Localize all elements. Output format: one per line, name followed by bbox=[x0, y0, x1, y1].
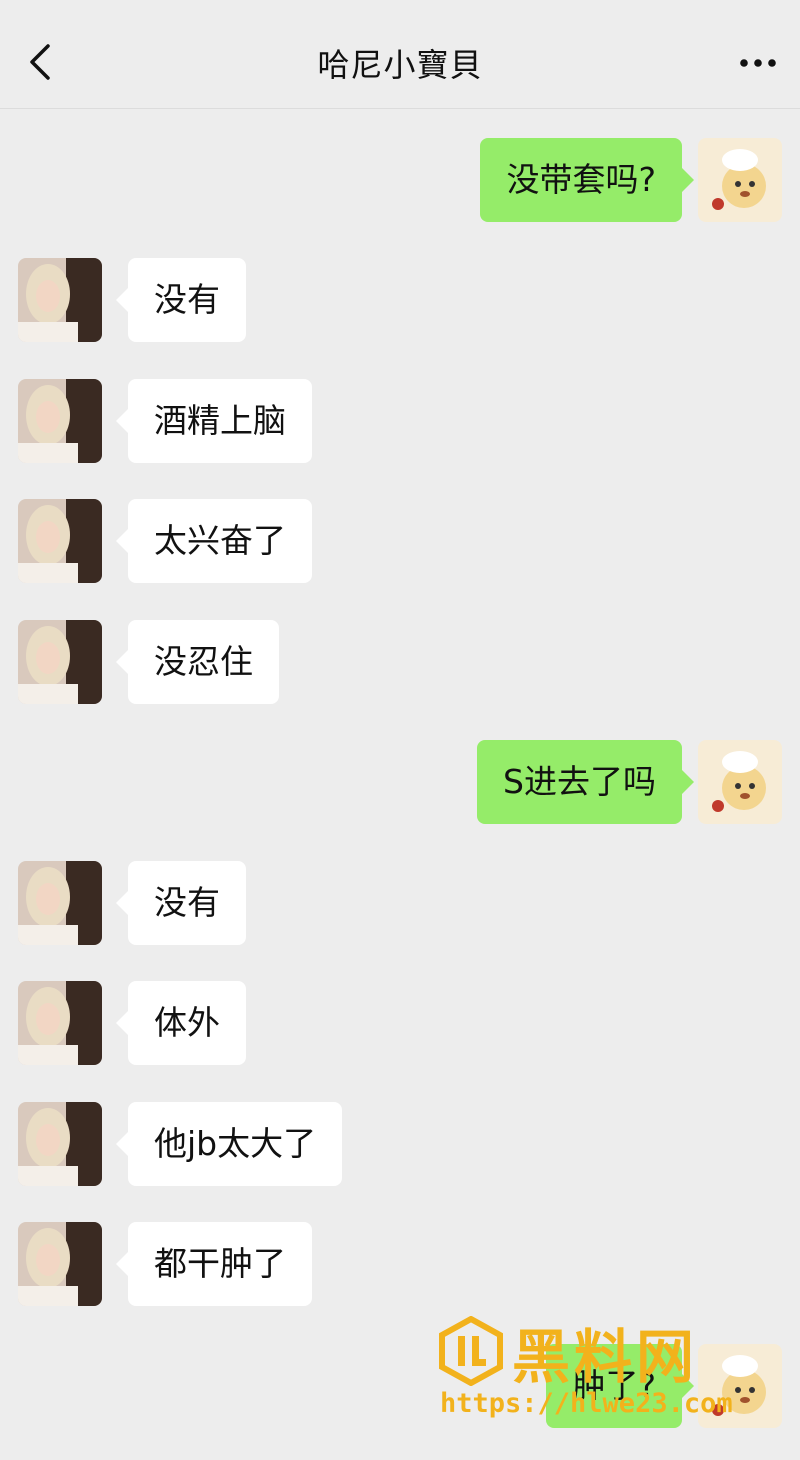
message-bubble-incoming[interactable]: 他jb太大了 bbox=[115, 1102, 343, 1186]
message-bubble-outgoing[interactable]: S进去了吗 bbox=[477, 740, 694, 824]
message-bubble-incoming[interactable]: 酒精上脑 bbox=[116, 379, 312, 463]
chat-title: 哈尼小寶貝 bbox=[317, 46, 483, 84]
message-row-incoming: 没忍住 bbox=[0, 620, 800, 704]
message-bubble-outgoing[interactable]: 没带套吗? bbox=[480, 138, 694, 222]
message-row-incoming: 他jb太大了 bbox=[0, 1102, 800, 1186]
message-row-outgoing: S进去了吗 bbox=[0, 740, 800, 824]
message-row-incoming: 没有 bbox=[0, 258, 800, 342]
message-bubble-incoming[interactable]: 体外 bbox=[116, 981, 246, 1065]
message-bubble-incoming[interactable]: 没有 bbox=[116, 258, 246, 342]
message-bubble-incoming[interactable]: 没有 bbox=[116, 861, 246, 945]
watermark-url: https://hlwe23.com bbox=[440, 1388, 733, 1419]
message-row-outgoing: 没带套吗? bbox=[0, 138, 800, 222]
self-avatar[interactable] bbox=[698, 740, 782, 824]
message-row-incoming: 都干肿了 bbox=[0, 1222, 800, 1306]
chat-header: 哈尼小寶貝 bbox=[0, 0, 800, 109]
contact-avatar[interactable] bbox=[18, 1222, 102, 1306]
self-avatar[interactable] bbox=[698, 138, 782, 222]
watermark-brand: 黑料网 bbox=[512, 1323, 699, 1391]
contact-avatar[interactable] bbox=[18, 258, 102, 342]
message-bubble-incoming[interactable]: 没忍住 bbox=[116, 620, 279, 704]
watermark-logo-icon bbox=[439, 1316, 503, 1386]
contact-avatar[interactable] bbox=[18, 1102, 102, 1186]
watermark: 黑料网 https://hlwe23.com bbox=[436, 1316, 776, 1426]
contact-avatar[interactable] bbox=[18, 620, 102, 704]
contact-avatar[interactable] bbox=[18, 499, 102, 583]
message-row-incoming: 体外 bbox=[0, 981, 800, 1065]
message-row-incoming: 太兴奋了 bbox=[0, 499, 800, 583]
message-bubble-incoming[interactable]: 太兴奋了 bbox=[116, 499, 312, 583]
contact-avatar[interactable] bbox=[18, 379, 102, 463]
contact-avatar[interactable] bbox=[18, 981, 102, 1065]
message-row-incoming: 酒精上脑 bbox=[0, 379, 800, 463]
contact-avatar[interactable] bbox=[18, 861, 102, 945]
message-row-incoming: 没有 bbox=[0, 861, 800, 945]
more-icon[interactable] bbox=[736, 48, 780, 78]
message-bubble-incoming[interactable]: 都干肿了 bbox=[116, 1222, 312, 1306]
